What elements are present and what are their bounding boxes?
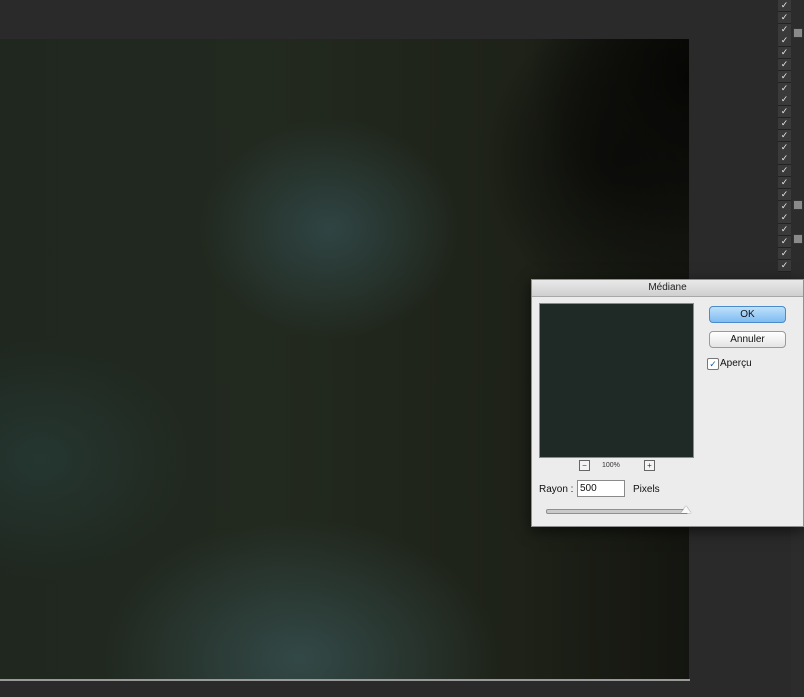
layer-visibility-icon[interactable]: ✓ (778, 247, 791, 260)
median-filter-dialog: Médiane − 100% + Rayon : Pixels OK Annul… (531, 279, 804, 527)
layer-thumbnail-icon (793, 28, 803, 38)
layer-visibility-icon[interactable]: ✓ (778, 188, 791, 201)
radius-units-label: Pixels (633, 484, 660, 495)
radius-slider-thumb[interactable] (681, 506, 691, 513)
radius-input[interactable] (577, 480, 625, 497)
zoom-level: 100% (602, 462, 620, 469)
canvas-bottom-edge (0, 679, 690, 681)
layer-thumbnail-icon (793, 234, 803, 244)
layer-thumbnail-icon (793, 200, 803, 210)
cancel-button[interactable]: Annuler (709, 331, 786, 348)
layer-visibility-icon[interactable]: ✓ (778, 23, 791, 36)
dialog-title: Médiane (532, 280, 803, 297)
checkmark-icon: ✓ (709, 359, 717, 369)
preview-checkbox-label: Aperçu (720, 358, 752, 369)
layer-visibility-icon[interactable]: ✓ (778, 118, 791, 130)
zoom-in-button[interactable]: + (644, 460, 655, 471)
layer-visibility-icon[interactable]: ✓ (778, 82, 791, 95)
layer-visibility-icon[interactable]: ✓ (778, 106, 791, 119)
layer-visibility-icon[interactable]: ✓ (778, 236, 791, 248)
layer-visibility-icon[interactable]: ✓ (778, 141, 791, 154)
layer-visibility-icon[interactable]: ✓ (778, 59, 791, 71)
layer-visibility-icon[interactable]: ✓ (778, 35, 791, 48)
layer-visibility-icon[interactable]: ✓ (778, 129, 791, 142)
radius-slider-track[interactable] (546, 509, 688, 514)
radius-label: Rayon : (539, 484, 574, 495)
layers-visibility-column: ✓ ✓ ✓ ✓ ✓ ✓ ✓ ✓ ✓ ✓ ✓ ✓ ✓ ✓ ✓ ✓ ✓ ✓ ✓ ✓ ✓ ✓ ✓ (778, 0, 791, 280)
layer-visibility-icon[interactable]: ✓ (778, 94, 791, 107)
layer-visibility-icon[interactable]: ✓ (778, 0, 791, 12)
layer-visibility-icon[interactable]: ✓ (778, 259, 791, 272)
layer-visibility-icon[interactable]: ✓ (778, 177, 791, 189)
layer-visibility-icon[interactable]: ✓ (778, 224, 791, 237)
layer-visibility-icon[interactable]: ✓ (778, 70, 791, 83)
zoom-out-button[interactable]: − (579, 460, 590, 471)
layer-visibility-icon[interactable]: ✓ (778, 153, 791, 166)
layer-visibility-icon[interactable]: ✓ (778, 11, 791, 24)
filter-preview[interactable] (539, 303, 694, 458)
preview-checkbox[interactable]: ✓ (707, 358, 719, 370)
layer-visibility-icon[interactable]: ✓ (778, 212, 791, 225)
ok-button[interactable]: OK (709, 306, 786, 323)
layer-visibility-icon[interactable]: ✓ (778, 165, 791, 178)
layer-visibility-icon[interactable]: ✓ (778, 47, 791, 60)
layer-visibility-icon[interactable]: ✓ (778, 200, 791, 213)
